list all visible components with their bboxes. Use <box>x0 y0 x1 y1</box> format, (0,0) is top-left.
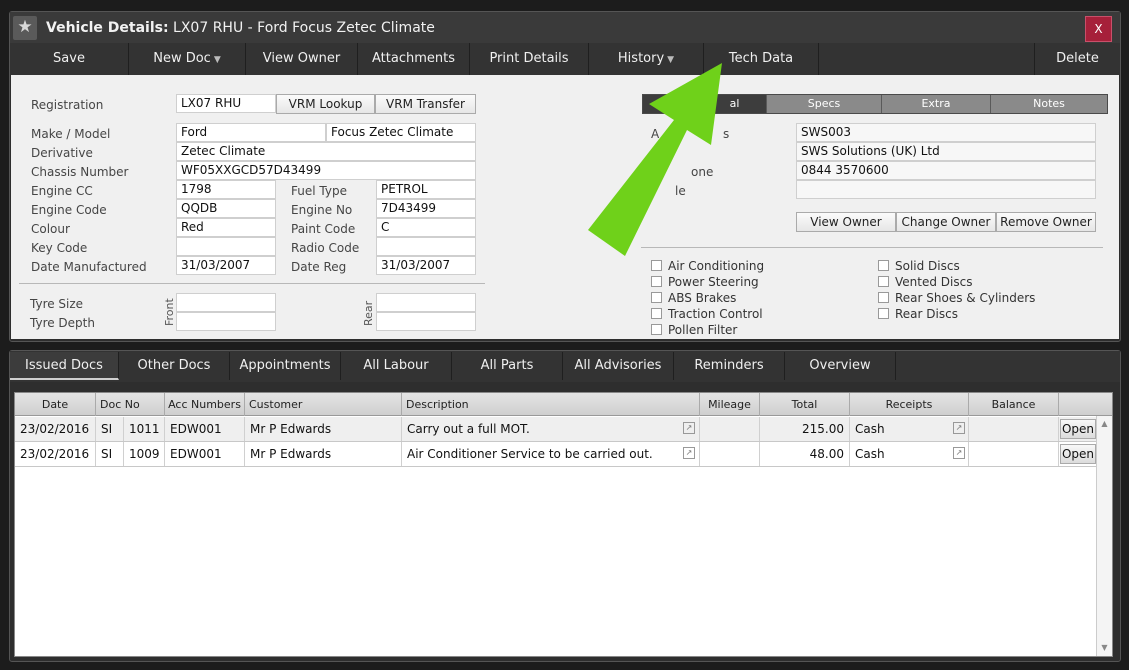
annotation-arrow-icon <box>588 63 722 256</box>
